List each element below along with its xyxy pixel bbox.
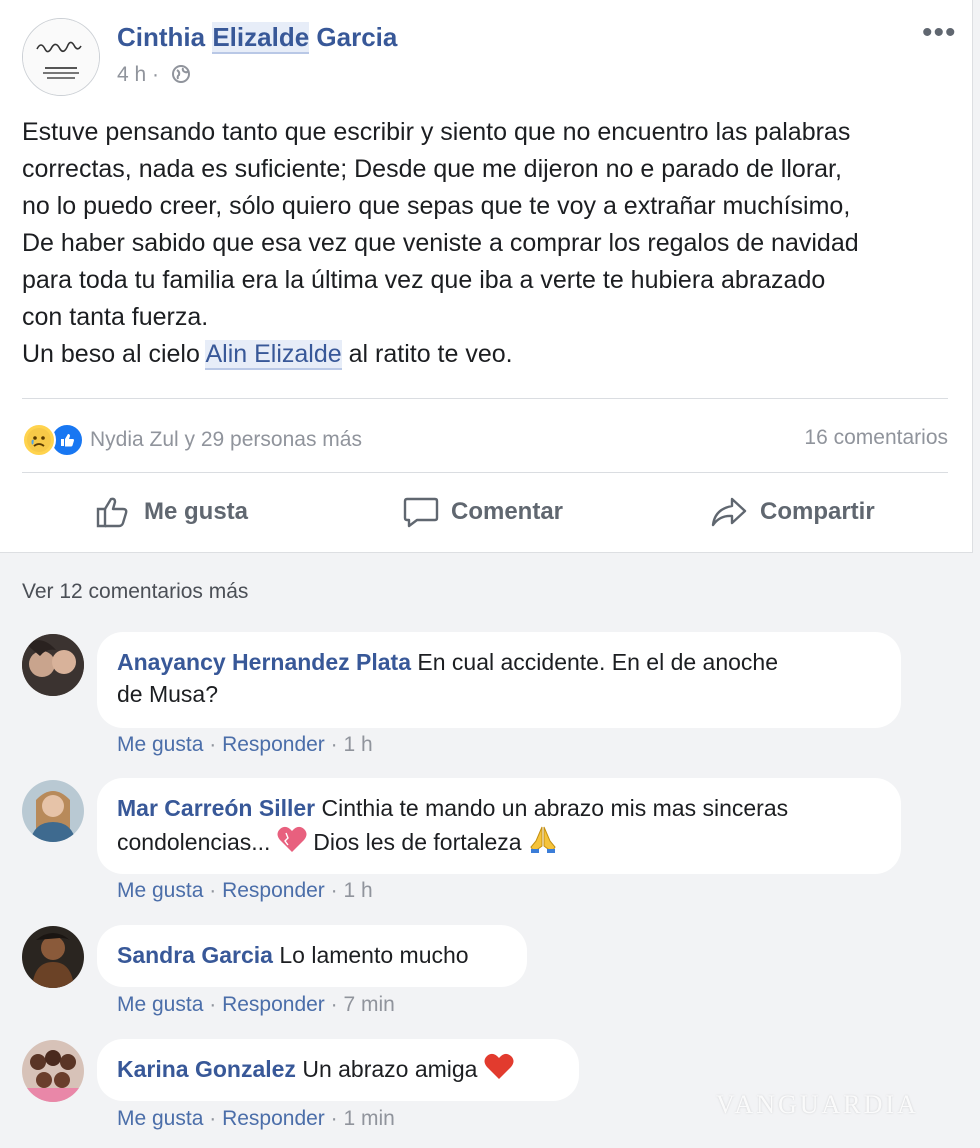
author-middle-name: Elizalde [212, 22, 310, 54]
post-line: Estuve pensando tanto que escribir y sie… [22, 118, 851, 146]
post-last-line: Un beso al cielo Alin Elizalde al ratito… [22, 336, 962, 373]
comment-text: Cinthia te mando un abrazo mis mas since… [321, 795, 789, 821]
share-button-label: Compartir [760, 498, 875, 525]
thumbs-up-icon [96, 497, 128, 528]
comment-like-link[interactable]: Me gusta [117, 733, 203, 756]
mention-link[interactable]: Alin Elizalde [205, 340, 342, 370]
comment-button[interactable]: Comentar [403, 492, 563, 532]
post-time[interactable]: 4 h [117, 63, 146, 86]
heart-emoji-icon [277, 826, 307, 862]
reactions-summary[interactable]: Nydia Zul y 29 personas más [22, 422, 362, 458]
comment-text: Dios les de fortaleza [313, 829, 522, 855]
view-more-comments-link[interactable]: Ver 12 comentarios más [22, 580, 248, 604]
comment-button-label: Comentar [451, 498, 564, 525]
comment-text: condolencias... [117, 829, 271, 855]
reactions-text: Nydia Zul y 29 personas más [90, 428, 362, 451]
sad-reaction-icon [22, 423, 56, 457]
more-options-button[interactable]: ••• [922, 16, 957, 50]
comment-count-link[interactable]: 16 comentarios [804, 426, 948, 450]
commenter-avatar[interactable] [22, 926, 84, 988]
author-name[interactable]: Cinthia Elizalde Garcia [117, 22, 398, 54]
comment-text: de Musa? [117, 681, 219, 707]
author-avatar[interactable] [22, 18, 100, 96]
like-button-label: Me gusta [144, 498, 249, 525]
red-heart-emoji-icon [484, 1053, 514, 1089]
comment-icon [403, 497, 439, 528]
post-line: correctas, nada es suficiente; Desde que… [22, 155, 842, 183]
commenter-avatar[interactable] [22, 780, 84, 842]
post-line: De haber sabido que esa vez que veniste … [22, 229, 859, 257]
meta-separator: · [152, 63, 160, 86]
author-last-name: Garcia [316, 22, 398, 52]
comment-reply-link[interactable]: Responder [222, 993, 325, 1016]
share-button[interactable]: Compartir [710, 492, 875, 532]
last-line-end: al ratito te veo. [348, 340, 513, 368]
comment-like-link[interactable]: Me gusta [117, 1107, 203, 1130]
last-line-start: Un beso al cielo [22, 340, 200, 368]
commenter-name[interactable]: Sandra Garcia [117, 942, 273, 968]
comment-text: Un abrazo amiga [302, 1056, 478, 1082]
post-line: con tanta fuerza. [22, 303, 209, 331]
post-card: Cinthia Elizalde Garcia 4 h · ••• Estuve… [0, 0, 973, 553]
comment-reply-link[interactable]: Responder [222, 733, 325, 756]
comment-reply-link[interactable]: Responder [222, 879, 325, 902]
watermark: VANGUARDIA [716, 1090, 919, 1119]
divider [22, 398, 948, 399]
action-bar: Me gusta Comentar Compartir [0, 484, 972, 540]
comment-text: En cual accidente. En el de anoche [417, 649, 778, 675]
author-first-name: Cinthia [117, 22, 206, 52]
commenter-avatar[interactable] [22, 634, 84, 696]
globe-icon[interactable] [171, 64, 191, 90]
praying-hands-emoji-icon [528, 824, 558, 862]
comment-reply-link[interactable]: Responder [222, 1107, 325, 1130]
comment-time[interactable]: 1 h [343, 733, 372, 756]
post-meta: 4 h · [117, 63, 191, 90]
commenter-name[interactable]: Mar Carreón Siller [117, 795, 315, 821]
post-line: no lo puedo creer, sólo quiero que sepas… [22, 192, 851, 220]
post-line: para toda tu familia era la última vez q… [22, 266, 826, 294]
commenter-name[interactable]: Karina Gonzalez [117, 1056, 296, 1082]
comment-time[interactable]: 7 min [343, 993, 394, 1016]
comment-like-link[interactable]: Me gusta [117, 879, 203, 902]
comment-bubble: Sandra Garcia Lo lamento mucho [97, 925, 527, 987]
comment-text: Lo lamento mucho [279, 942, 469, 968]
comment-meta: Me gusta · Responder · 1 h [117, 879, 373, 902]
comment-time[interactable]: 1 h [343, 879, 372, 902]
commenter-avatar[interactable] [22, 1040, 84, 1102]
like-button[interactable]: Me gusta [96, 492, 248, 532]
comment-like-link[interactable]: Me gusta [117, 993, 203, 1016]
comment-bubble: Karina Gonzalez Un abrazo amiga [97, 1039, 579, 1101]
post-body: Estuve pensando tanto que escribir y sie… [22, 114, 962, 373]
comment-meta: Me gusta · Responder · 1 h [117, 733, 373, 756]
divider [22, 472, 948, 473]
comment-time[interactable]: 1 min [343, 1107, 394, 1130]
commenter-name[interactable]: Anayancy Hernandez Plata [117, 649, 411, 675]
comment-meta: Me gusta · Responder · 1 min [117, 1107, 395, 1130]
share-icon [711, 497, 747, 527]
comment-bubble: Mar Carreón Siller Cinthia te mando un a… [97, 778, 901, 874]
comment-bubble: Anayancy Hernandez Plata En cual acciden… [97, 632, 901, 728]
comment-meta: Me gusta · Responder · 7 min [117, 993, 395, 1016]
